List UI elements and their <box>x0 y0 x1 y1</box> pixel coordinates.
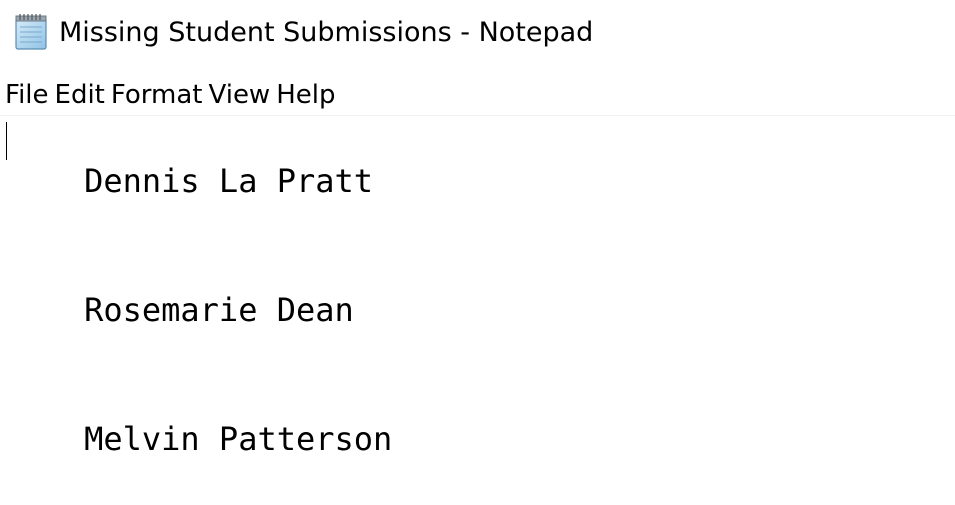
notepad-icon[interactable] <box>12 12 52 52</box>
editor-line-text: Rosemarie Dean <box>84 291 354 329</box>
menu-bar: File Edit Format View Help <box>0 74 955 116</box>
title-bar[interactable]: Missing Student Submissions - Notepad <box>0 0 955 68</box>
editor-line-text: Dennis La Pratt <box>84 162 374 200</box>
editor-line-2[interactable]: Rosemarie Dean <box>7 246 955 375</box>
editor-line-text: Melvin Patterson <box>84 420 393 458</box>
editor-line-1[interactable]: Dennis La Pratt <box>6 117 955 246</box>
menu-format[interactable]: Format <box>106 75 203 115</box>
text-caret <box>6 122 7 160</box>
editor-line-3[interactable]: Melvin Patterson <box>7 375 955 504</box>
menu-view[interactable]: View <box>204 75 271 115</box>
text-editor[interactable]: Dennis La Pratt Rosemarie Dean Melvin Pa… <box>0 117 955 505</box>
menu-file[interactable]: File <box>0 75 49 115</box>
menu-edit[interactable]: Edit <box>50 75 105 115</box>
window-title: Missing Student Submissions - Notepad <box>59 17 594 48</box>
menu-help[interactable]: Help <box>271 75 335 115</box>
